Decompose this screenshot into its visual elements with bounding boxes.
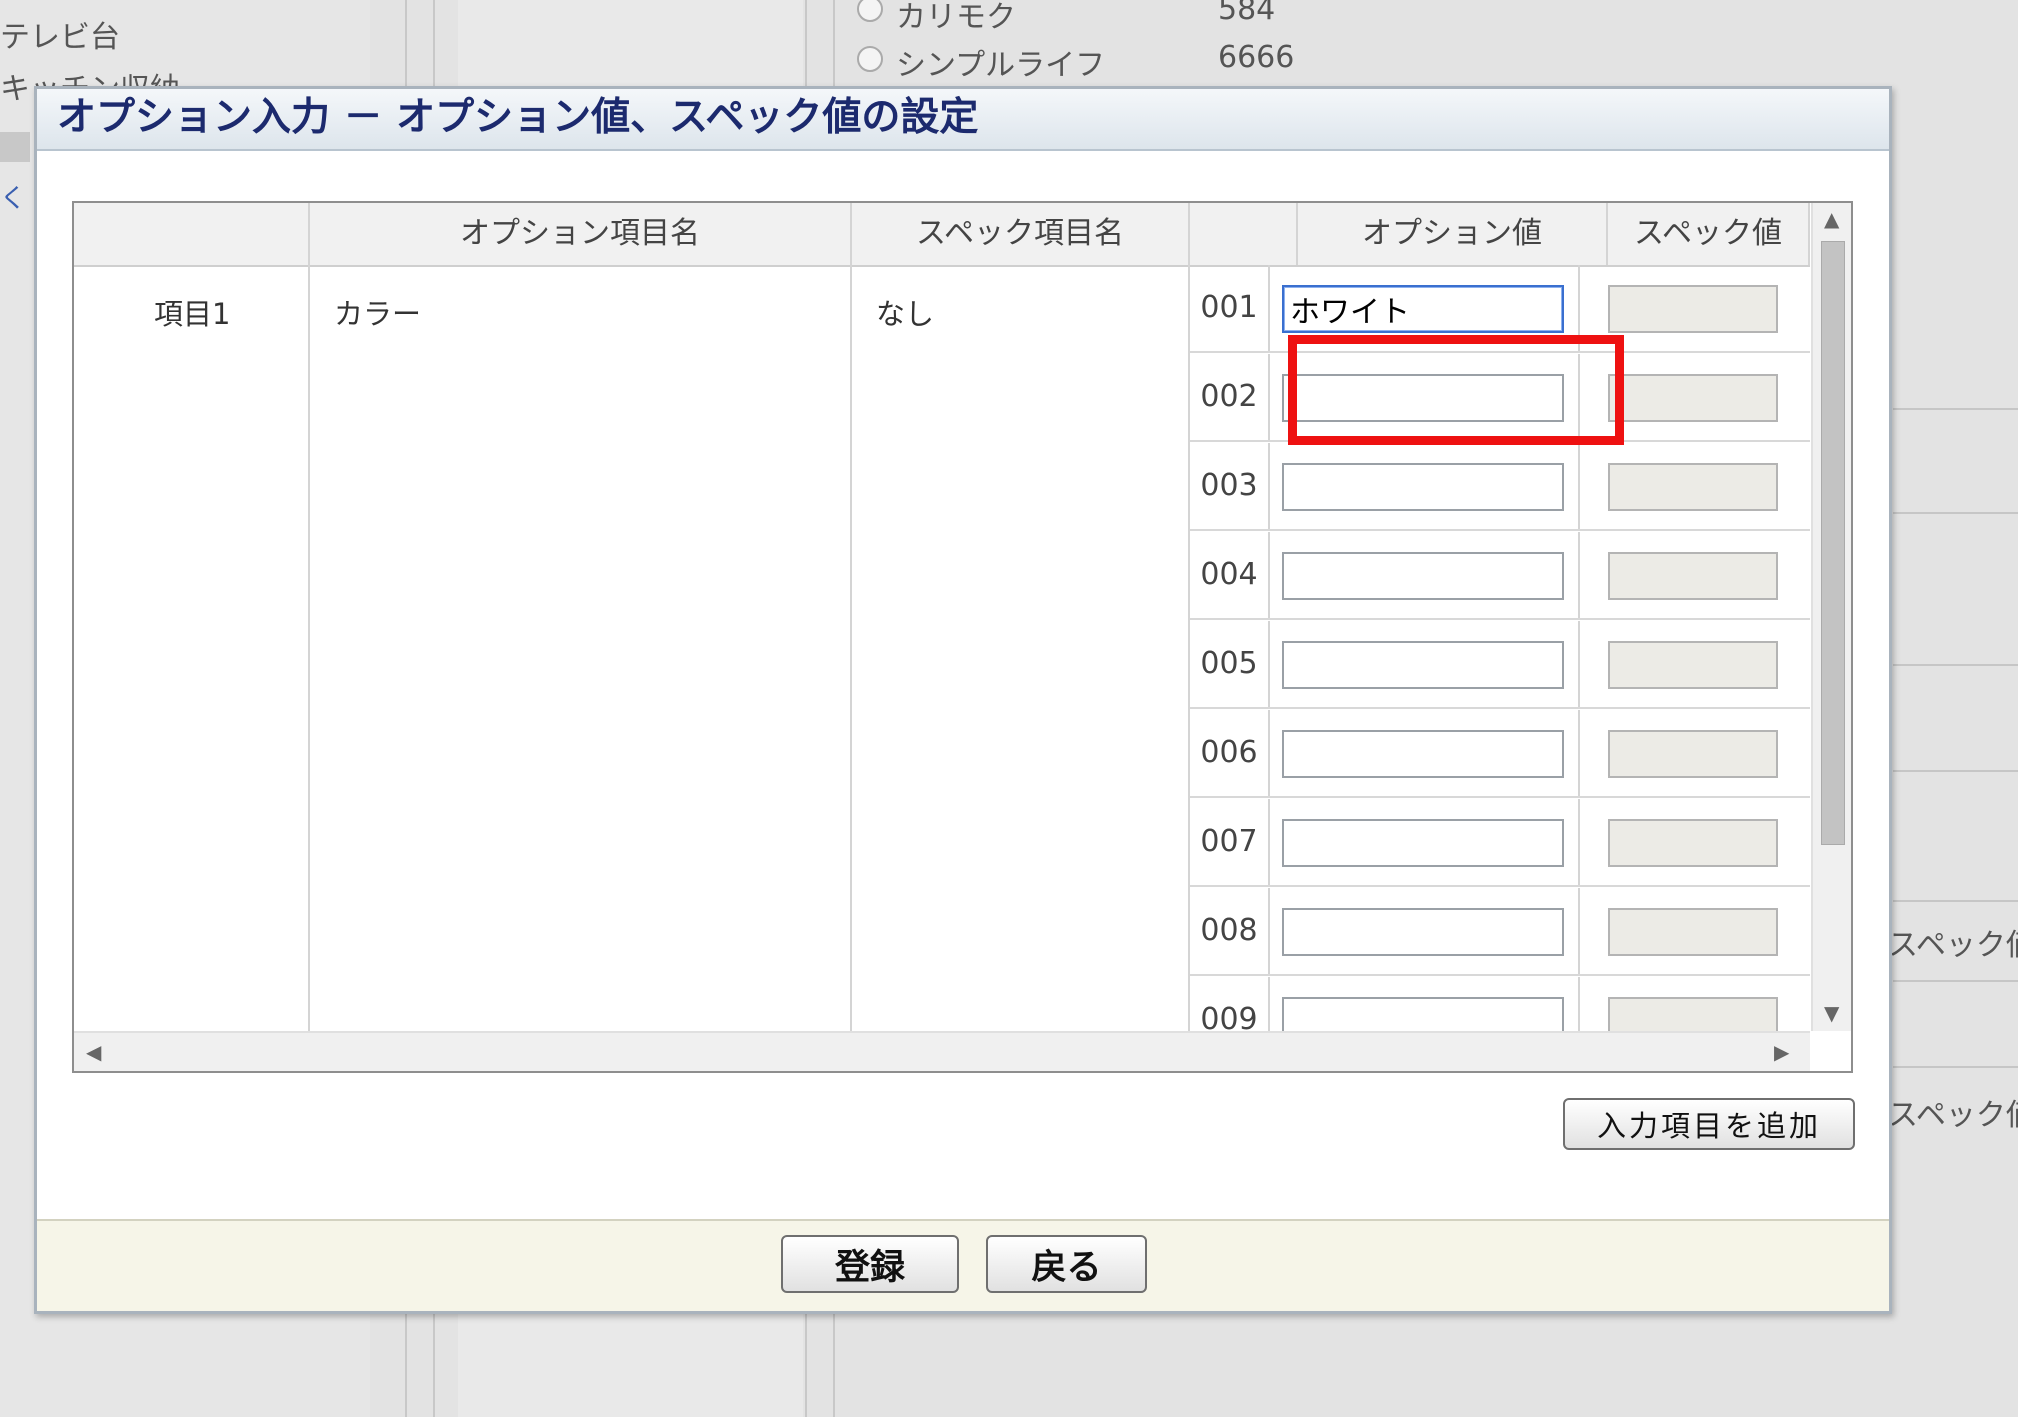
row-number: 002 [1190, 354, 1270, 440]
dialog-title: オプション入力 － オプション値、スペック値の設定 [37, 89, 1889, 151]
item-label: 項目1 [154, 297, 231, 331]
table-row: 001 [1190, 265, 1810, 353]
option-item-name-cell: カラー [310, 265, 852, 1031]
option-value-input[interactable] [1282, 641, 1564, 689]
scroll-thumb[interactable] [1821, 241, 1845, 845]
row-number: 003 [1190, 443, 1270, 529]
option-value-cell [1270, 354, 1580, 440]
radio-button[interactable] [857, 0, 883, 22]
table-row: 003 [1190, 443, 1810, 531]
divider [1893, 900, 2018, 902]
table-row: 005 [1190, 621, 1810, 709]
row-number: 004 [1190, 532, 1270, 618]
spec-value-input[interactable] [1608, 374, 1778, 422]
radio-count: 6666 [1218, 40, 1295, 75]
scroll-up-icon[interactable]: ▲ [1824, 209, 1839, 229]
divider [1893, 512, 2018, 514]
header-spec-value: スペック値 [1608, 203, 1810, 265]
header-blank [74, 203, 310, 265]
grid-header: オプション項目名 スペック項目名 オプション値 スペック値 [74, 203, 1810, 267]
header-option-item-name: オプション項目名 [310, 203, 852, 265]
spec-value-input[interactable] [1608, 819, 1778, 867]
scroll-down-icon[interactable]: ▼ [1824, 1003, 1839, 1023]
spec-value-input[interactable] [1608, 552, 1778, 600]
spec-value-input[interactable] [1608, 463, 1778, 511]
option-value-input[interactable] [1282, 285, 1564, 333]
radio-label: カリモク [896, 0, 1016, 35]
divider [1893, 1066, 2018, 1068]
row-number: 008 [1190, 888, 1270, 974]
option-value-input[interactable] [1282, 374, 1564, 422]
spec-value-input[interactable] [1608, 730, 1778, 778]
divider [1893, 408, 2018, 410]
header-number [1190, 203, 1298, 265]
option-value-cell [1270, 265, 1580, 351]
scroll-left-icon[interactable]: ◀ [86, 1042, 101, 1062]
table-row: 006 [1190, 710, 1810, 798]
radio-count: 584 [1218, 0, 1276, 27]
option-value-input[interactable] [1282, 463, 1564, 511]
table-row: 008 [1190, 888, 1810, 976]
radio-button[interactable] [857, 46, 883, 72]
add-input-item-button[interactable]: 入力項目を追加 [1563, 1098, 1855, 1150]
left-item-tv-stand[interactable]: テレビ台 [0, 12, 120, 56]
register-button[interactable]: 登録 [781, 1235, 959, 1293]
option-value-cell [1270, 532, 1580, 618]
option-value-input[interactable] [1282, 552, 1564, 600]
spec-item-name-cell: なし [852, 265, 1190, 1031]
option-value-cell [1270, 710, 1580, 796]
divider [1893, 770, 2018, 772]
spec-item-name: なし [876, 297, 935, 331]
row-number: 005 [1190, 621, 1270, 707]
table-row: 002 [1190, 354, 1810, 442]
left-link[interactable]: く [0, 178, 26, 215]
header-spec-item-name: スペック項目名 [852, 203, 1190, 265]
dialog-footer: 登録 戻る [37, 1219, 1889, 1311]
divider [1893, 664, 2018, 666]
table-row: 004 [1190, 532, 1810, 620]
option-value-input[interactable] [1282, 819, 1564, 867]
row-number: 007 [1190, 799, 1270, 885]
item-label-cell: 項目1 [74, 265, 310, 1031]
option-grid: オプション項目名 スペック項目名 オプション値 スペック値 項目1 カラー なし… [72, 201, 1853, 1073]
spec-value-input[interactable] [1608, 641, 1778, 689]
back-button[interactable]: 戻る [986, 1235, 1147, 1293]
row-number: 006 [1190, 710, 1270, 796]
option-item-name: カラー [334, 297, 422, 331]
spec-value-input[interactable] [1608, 908, 1778, 956]
table-row: 007 [1190, 799, 1810, 887]
row-number: 001 [1190, 265, 1270, 351]
option-value-cell [1270, 799, 1580, 885]
option-value-input[interactable] [1282, 908, 1564, 956]
vertical-scrollbar[interactable]: ▲ ▼ [1811, 203, 1851, 1031]
option-value-input[interactable] [1282, 730, 1564, 778]
spec-value-label: スペック値 [1888, 1098, 2018, 1133]
scroll-right-icon[interactable]: ▶ [1774, 1042, 1789, 1062]
option-value-cell [1270, 888, 1580, 974]
horizontal-scrollbar[interactable]: ◀ ▶ [74, 1031, 1810, 1071]
left-selected-marker [0, 132, 30, 162]
spec-value-input[interactable] [1608, 285, 1778, 333]
radio-label: シンプルライフ [896, 48, 1106, 83]
option-value-cell [1270, 621, 1580, 707]
option-value-cell [1270, 443, 1580, 529]
header-option-value: オプション値 [1298, 203, 1608, 265]
spec-value-label: スペック値 [1888, 928, 2018, 963]
option-input-dialog: オプション入力 － オプション値、スペック値の設定 オプション項目名 スペック項… [34, 86, 1892, 1314]
divider [1893, 980, 2018, 982]
